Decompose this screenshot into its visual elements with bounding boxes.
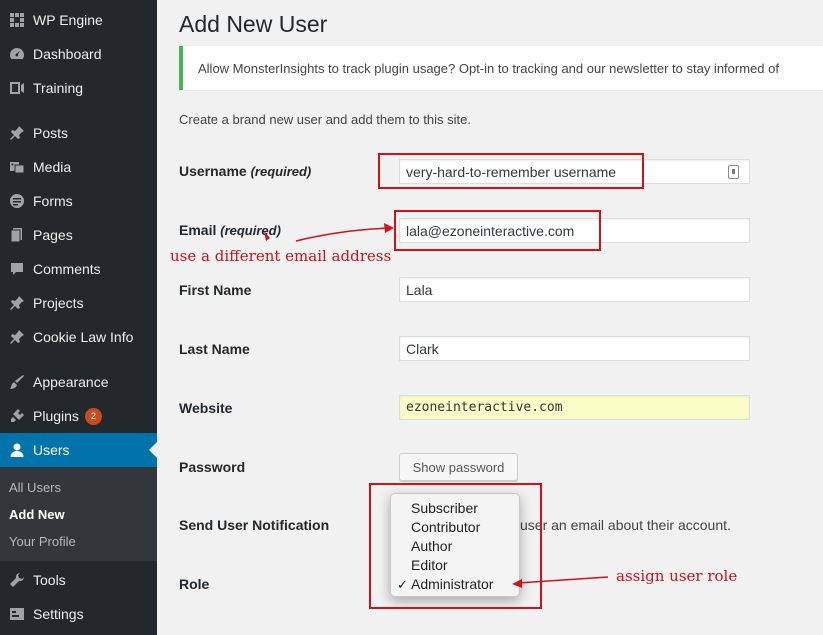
brush-icon — [6, 372, 28, 392]
training-icon — [6, 78, 28, 98]
email-label: Email (required) — [179, 222, 281, 238]
email-label-text: Email — [179, 222, 217, 238]
menu-dashboard[interactable]: Dashboard — [0, 37, 157, 71]
menu-comments[interactable]: Comments — [0, 252, 157, 286]
plugins-update-badge: 2 — [84, 407, 102, 425]
first-name-value: Lala — [406, 281, 433, 298]
submenu-add-new[interactable]: Add New — [9, 507, 65, 522]
media-icon — [6, 157, 28, 177]
menu-label: Posts — [33, 125, 69, 141]
menu-label: Appearance — [33, 374, 109, 390]
comments-icon — [6, 259, 28, 279]
notice-text: Allow MonsterInsights to track plugin us… — [198, 60, 779, 76]
menu-label: Tools — [33, 572, 66, 588]
dashboard-icon — [6, 44, 28, 64]
menu-label: Comments — [33, 261, 101, 277]
monsterinsights-notice: Allow MonsterInsights to track plugin us… — [179, 46, 823, 90]
plugin-icon — [6, 406, 28, 426]
menu-label: Plugins — [33, 408, 79, 424]
pin-icon — [6, 123, 28, 143]
required-marker: (required) — [220, 223, 281, 238]
admin-sidebar: WP Engine Dashboard Training Posts Media… — [0, 0, 157, 635]
menu-label: Forms — [33, 193, 73, 209]
menu-label: Users — [33, 442, 70, 458]
menu-label: WP Engine — [33, 12, 103, 28]
menu-users[interactable]: Users — [0, 433, 157, 467]
menu-wp-engine[interactable]: WP Engine — [0, 3, 157, 37]
menu-label: Pages — [33, 227, 73, 243]
forms-icon — [6, 191, 28, 211]
role-label: Role — [179, 576, 210, 592]
users-submenu: All Users Add New Your Profile — [0, 467, 157, 561]
wp-engine-icon — [6, 10, 28, 30]
arrow-email — [264, 223, 394, 242]
menu-cookie-law-info[interactable]: Cookie Law Info — [0, 320, 157, 354]
submenu-your-profile[interactable]: Your Profile — [9, 534, 76, 549]
last-name-value: Clark — [406, 340, 439, 357]
pin-icon — [6, 327, 28, 347]
username-label-text: Username — [179, 163, 247, 179]
website-input[interactable]: ezoneinteractive.com — [399, 395, 750, 420]
settings-icon — [6, 604, 28, 624]
annotation-box-username — [378, 153, 644, 189]
menu-label: Dashboard — [33, 46, 102, 62]
menu-label: Projects — [33, 295, 84, 311]
required-marker: (required) — [250, 164, 312, 179]
pages-icon — [6, 225, 28, 245]
first-name-label: First Name — [179, 282, 252, 298]
password-manager-key-icon[interactable] — [728, 165, 739, 179]
annotation-role-note: assign user role — [616, 567, 738, 585]
annotation-email-note: use a different email address — [170, 247, 392, 265]
menu-appearance[interactable]: Appearance — [0, 365, 157, 399]
annotation-box-role — [369, 483, 542, 609]
menu-label: Media — [33, 159, 72, 175]
last-name-input[interactable]: Clark — [399, 336, 750, 361]
menu-plugins[interactable]: Plugins 2 — [0, 399, 157, 433]
menu-settings[interactable]: Settings — [0, 597, 157, 631]
menu-projects[interactable]: Projects — [0, 286, 157, 320]
website-value: ezoneinteractive.com — [406, 400, 563, 415]
menu-label: Settings — [33, 606, 84, 622]
menu-label: Training — [33, 80, 84, 96]
page-intro: Create a brand new user and add them to … — [179, 112, 471, 127]
menu-tools[interactable]: Tools — [0, 563, 157, 597]
menu-media[interactable]: Media — [0, 150, 157, 184]
first-name-input[interactable]: Lala — [399, 277, 750, 302]
password-label: Password — [179, 459, 246, 475]
last-name-label: Last Name — [179, 341, 250, 357]
page-title: Add New User — [179, 11, 328, 37]
user-icon — [6, 440, 28, 460]
send-notification-label: Send User Notification — [179, 517, 330, 533]
menu-label: Cookie Law Info — [33, 329, 134, 345]
submenu-all-users[interactable]: All Users — [9, 480, 61, 495]
menu-forms[interactable]: Forms — [0, 184, 157, 218]
menu-training[interactable]: Training — [0, 71, 157, 105]
annotation-box-email — [394, 210, 601, 251]
pin-icon — [6, 293, 28, 313]
menu-pages[interactable]: Pages — [0, 218, 157, 252]
wrench-icon — [6, 570, 28, 590]
notification-description: user an email about their account. — [520, 517, 731, 533]
website-label: Website — [179, 400, 233, 416]
show-password-button[interactable]: Show password — [399, 453, 518, 481]
username-label: Username (required) — [179, 163, 311, 179]
menu-posts[interactable]: Posts — [0, 116, 157, 150]
